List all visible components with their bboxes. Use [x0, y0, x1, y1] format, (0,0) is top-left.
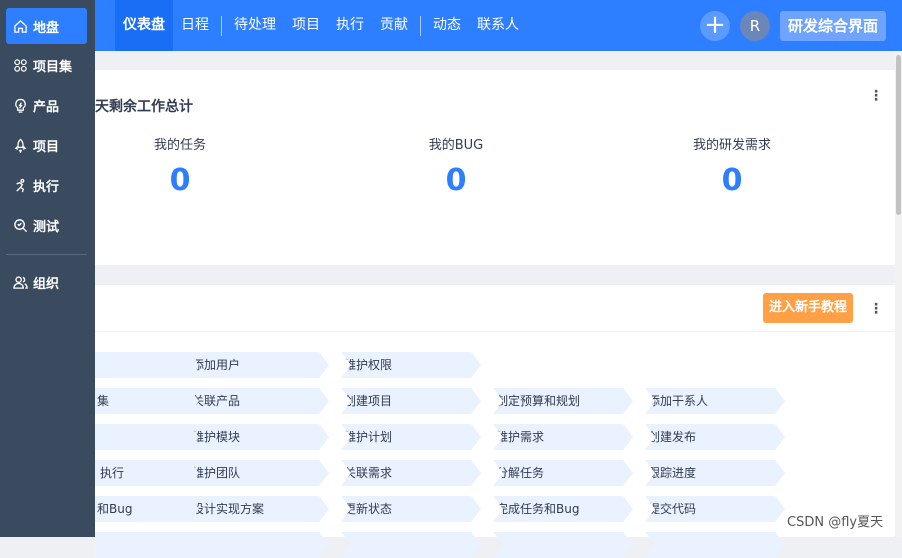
- view-switch-button[interactable]: 研发综合界面: [779, 10, 886, 41]
- nav-todo[interactable]: 待处理: [226, 0, 284, 51]
- scrollbar-thumb[interactable]: [896, 55, 901, 215]
- users-icon: [13, 275, 28, 289]
- flow-step[interactable]: 提交代码: [645, 496, 785, 522]
- stat-value[interactable]: 0: [356, 163, 556, 198]
- nav-contribution[interactable]: 贡献: [372, 0, 416, 51]
- nav-calendar[interactable]: 日程: [173, 0, 217, 51]
- sidebar-item-label: 测试: [33, 219, 60, 235]
- sidebar-item-label: 执行: [33, 179, 60, 195]
- flow-step[interactable]: [189, 532, 329, 558]
- remaining-work-card: 天剩余工作总计 ⋮ 我的任务 0 我的BUG 0 我的研发需求 0: [95, 70, 895, 265]
- nav-divider: [221, 15, 222, 36]
- sidebar-item-label: 项目集: [33, 59, 73, 75]
- flow-step[interactable]: 分解任务: [493, 460, 633, 486]
- flow-step[interactable]: 跟踪进度: [645, 460, 785, 486]
- stat-value[interactable]: 0: [80, 163, 280, 198]
- flow-step[interactable]: 维护权限: [341, 352, 481, 378]
- stat-label: 我的任务: [153, 138, 206, 153]
- sidebar-item-program[interactable]: 项目集: [6, 47, 87, 83]
- stat-label: 我的BUG: [428, 138, 484, 153]
- sidebar-item-organization[interactable]: 组织: [6, 264, 87, 300]
- start-tutorial-button[interactable]: 进入新手教程: [763, 293, 854, 323]
- sidebar-item-product[interactable]: 产品: [6, 87, 87, 123]
- sidebar: 地盘 项目集 产品 项目 执行 测试 组织: [0, 0, 95, 537]
- stat-my-stories[interactable]: 我的研发需求 0: [632, 134, 832, 198]
- sidebar-item-label: 项目: [33, 139, 60, 155]
- top-bar: 仪表盘 日程 待处理 项目 执行 贡献 动态 联系人 + R 研发综合界面: [0, 0, 902, 51]
- more-vertical-icon[interactable]: ⋮: [869, 88, 883, 104]
- sidebar-item-test[interactable]: 测试: [6, 207, 87, 243]
- flow-step[interactable]: 维护计划: [341, 424, 481, 450]
- nav-project[interactable]: 项目: [284, 0, 328, 51]
- flow-step[interactable]: 创建发布: [645, 424, 785, 450]
- stat-my-bugs[interactable]: 我的BUG 0: [356, 134, 556, 198]
- flow-step[interactable]: 添加用户: [189, 352, 329, 378]
- watermark: CSDN @fly夏天: [787, 515, 884, 530]
- flow-step[interactable]: 维护团队: [189, 460, 329, 486]
- flow-step[interactable]: 关联产品: [189, 388, 329, 414]
- sidebar-item-label: 组织: [33, 276, 60, 292]
- nav-contacts[interactable]: 联系人: [469, 0, 527, 51]
- guide-card: 进入新手教程 ⋮ 添加用户 维护权限 集 关联产品 创建项目 制定预算和规划 添…: [95, 285, 895, 537]
- rocket-icon: [14, 138, 27, 153]
- more-vertical-icon[interactable]: ⋮: [869, 301, 883, 317]
- card-title: 天剩余工作总计: [95, 99, 193, 115]
- search-icon: [14, 218, 28, 232]
- nav-execution[interactable]: 执行: [328, 0, 372, 51]
- flow-step[interactable]: 完成任务和Bug: [493, 496, 633, 522]
- sidebar-item-my[interactable]: 地盘: [6, 8, 87, 44]
- sidebar-divider: [6, 254, 87, 255]
- top-right-tools: + R 研发综合界面: [699, 0, 886, 51]
- card-divider: [95, 331, 895, 332]
- stat-value[interactable]: 0: [632, 163, 832, 198]
- sidebar-item-project[interactable]: 项目: [6, 127, 87, 163]
- flow-step[interactable]: 关联需求: [341, 460, 481, 486]
- nav-divider: [420, 15, 421, 36]
- plus-icon[interactable]: +: [699, 10, 730, 41]
- flow-step[interactable]: 制定预算和规划: [493, 388, 633, 414]
- home-icon: [14, 19, 27, 33]
- run-icon: [16, 178, 25, 192]
- flow-step[interactable]: [493, 532, 633, 558]
- sidebar-item-label: 地盘: [33, 20, 60, 36]
- stat-my-tasks[interactable]: 我的任务 0: [80, 134, 280, 198]
- top-nav: 仪表盘 日程 待处理 项目 执行 贡献 动态 联系人: [115, 0, 527, 51]
- flow-step[interactable]: 维护需求: [493, 424, 633, 450]
- nav-dashboard[interactable]: 仪表盘: [115, 0, 173, 51]
- sidebar-item-label: 产品: [33, 99, 60, 115]
- flow-step[interactable]: 更新状态: [341, 496, 481, 522]
- nav-dynamic[interactable]: 动态: [425, 0, 469, 51]
- flow-step[interactable]: [645, 532, 785, 558]
- sidebar-item-execution[interactable]: 执行: [6, 167, 87, 203]
- flow-step[interactable]: 维护模块: [189, 424, 329, 450]
- lightbulb-icon: [15, 98, 26, 113]
- grid-icon: [14, 58, 27, 72]
- flow-step[interactable]: 创建项目: [341, 388, 481, 414]
- flow-step[interactable]: 设计实现方案: [189, 496, 329, 522]
- flow-step[interactable]: 添加干系人: [645, 388, 785, 414]
- avatar[interactable]: R: [739, 10, 770, 41]
- flow-step[interactable]: [341, 532, 481, 558]
- stat-label: 我的研发需求: [692, 138, 771, 153]
